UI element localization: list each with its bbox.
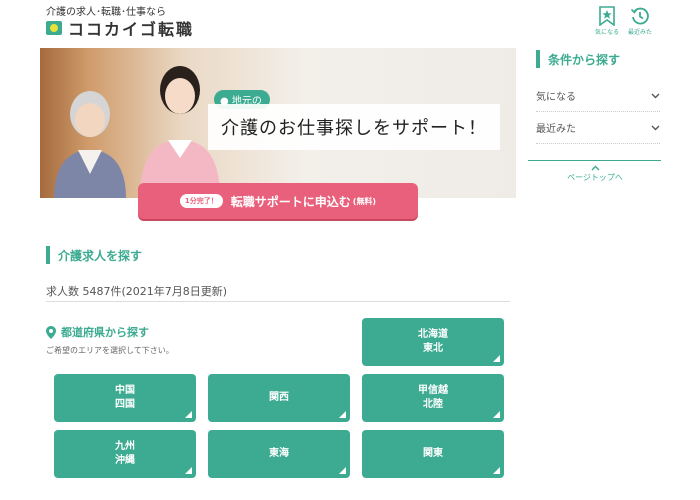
region-button-hokkaido-tohoku[interactable]: 北海道 東北: [362, 318, 504, 366]
region-button-chugoku-shikoku[interactable]: 中国 四国: [54, 374, 196, 422]
page-top-link[interactable]: ページトップへ: [555, 165, 635, 183]
chevron-down-icon: [651, 125, 660, 130]
sidebar-item-recent[interactable]: 最近みた: [536, 112, 660, 144]
recent-button[interactable]: 最近みた: [623, 6, 657, 36]
region-line1: 甲信越: [418, 384, 448, 396]
favorites-button[interactable]: 気になる: [590, 6, 624, 36]
region-line2: 沖縄: [115, 455, 135, 466]
region-button-kyushu-okinawa[interactable]: 九州 沖縄: [54, 430, 196, 478]
search-section-title-text: 介護求人を探す: [58, 248, 143, 263]
region-line1: 関西: [269, 391, 289, 403]
sidebar-item-label: 最近みた: [536, 124, 576, 135]
job-count-text: 求人数 5487件(2021年7月8日更新): [46, 285, 228, 298]
star-bookmark-icon: [599, 6, 615, 26]
region-line1: 中国: [115, 384, 135, 396]
sidebar-item-favorites[interactable]: 気になる: [536, 80, 660, 112]
region-button-koshinetsu-hokuriku[interactable]: 甲信越 北陸: [362, 374, 504, 422]
cta-free-label: (無料): [352, 196, 377, 206]
region-button-kansai[interactable]: 関西: [208, 374, 350, 422]
prefecture-heading-text: 都道府県から探す: [61, 326, 149, 339]
recent-label: 最近みた: [627, 29, 652, 36]
favorites-label: 気になる: [594, 29, 619, 36]
map-pin-icon: [46, 325, 56, 339]
apply-support-button[interactable]: 1分完了！ 転職サポートに申込む (無料): [138, 183, 418, 219]
region-line2: 四国: [115, 399, 135, 410]
hero-headline: 介護のお仕事探しをサポート！: [208, 104, 500, 150]
title-accent-bar: [46, 246, 50, 264]
site-header: 介護の求人･転職･仕事なら ココカイゴ転職 気になる 最近みた: [0, 0, 700, 48]
sidebar-title-text: 条件から探す: [548, 52, 621, 67]
page-top-label: ページトップへ: [567, 173, 623, 182]
logo-mark-icon: [46, 21, 62, 35]
cta-label: 転職サポートに申込む: [230, 194, 351, 209]
region-button-kanto[interactable]: 関東: [362, 430, 504, 478]
region-line2: 北陸: [423, 399, 443, 410]
region-button-tokai[interactable]: 東海: [208, 430, 350, 478]
region-line1: 九州: [115, 440, 135, 452]
region-line1: 関東: [423, 447, 443, 459]
region-line1: 東海: [269, 447, 289, 459]
prefecture-heading: 都道府県から探す: [46, 324, 149, 340]
prefecture-subtext: ご希望のエリアを選択して下さい。: [46, 346, 174, 355]
search-section-title: 介護求人を探す: [46, 246, 142, 264]
sidebar-item-label: 気になる: [536, 92, 576, 103]
section-divider: [46, 301, 510, 302]
sidebar-title: 条件から探す: [536, 50, 620, 68]
chevron-up-icon: [591, 165, 599, 171]
elderly-woman-image: [54, 91, 126, 198]
chevron-down-icon: [651, 93, 660, 98]
region-line2: 東北: [423, 343, 443, 354]
title-accent-bar: [536, 50, 540, 68]
site-logo[interactable]: ココカイゴ転職: [46, 16, 194, 40]
hero-banner: ● 地元の 介護のお仕事探しをサポート！: [40, 48, 516, 198]
history-clock-icon: [630, 7, 649, 25]
sidebar-divider: [528, 160, 661, 161]
cta-duration-pill: 1分完了！: [179, 194, 223, 208]
logo-text: ココカイゴ転職: [68, 20, 195, 39]
region-line1: 北海道: [418, 328, 448, 340]
